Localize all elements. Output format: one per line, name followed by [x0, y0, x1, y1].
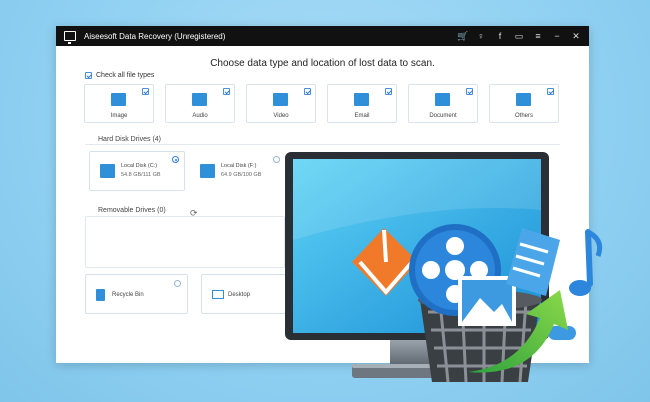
removable-drives-area	[85, 216, 285, 268]
disk-radio[interactable]	[273, 156, 280, 163]
envelope-icon	[354, 93, 369, 106]
file-type-email[interactable]: Email	[327, 84, 397, 123]
image-icon	[111, 93, 126, 106]
disk-name: Local Disk (F:)	[221, 163, 257, 169]
title-bar: Aiseesoft Data Recovery (Unregistered) 🛒…	[56, 26, 589, 46]
disk-local-f[interactable]: Local Disk (F:) 64.9 GB/100 GB	[189, 151, 285, 191]
facebook-icon[interactable]: f	[495, 31, 505, 41]
file-type-audio[interactable]: Audio	[165, 84, 235, 123]
file-type-checkbox[interactable]	[466, 88, 473, 95]
removable-drives-label: Removable Drives (0)	[98, 207, 166, 214]
file-type-label: Video	[273, 113, 289, 119]
file-type-label: Email	[354, 113, 370, 119]
location-radio[interactable]	[174, 280, 181, 287]
file-type-checkbox[interactable]	[385, 88, 392, 95]
minimize-icon[interactable]: −	[552, 31, 562, 41]
file-type-checkbox[interactable]	[142, 88, 149, 95]
close-icon[interactable]: ✕	[571, 31, 581, 42]
check-all-label: Check all file types	[96, 72, 155, 79]
folder-icon	[516, 93, 531, 106]
disk-size: 54.8 GB/111 GB	[121, 172, 161, 178]
key-icon[interactable]: ♀	[476, 31, 486, 41]
titlebar-icons: 🛒 ♀ f ▭ ≡ − ✕	[457, 26, 581, 46]
file-type-checkbox[interactable]	[223, 88, 230, 95]
location-recycle-bin[interactable]: Recycle Bin	[85, 274, 188, 314]
drive-icon	[200, 164, 215, 178]
cart-icon[interactable]: 🛒	[457, 31, 468, 42]
disk-local-c[interactable]: Local Disk (C:) 54.8 GB/111 GB	[89, 151, 185, 191]
divider	[85, 144, 560, 145]
menu-icon[interactable]: ≡	[533, 31, 543, 41]
app-window: Aiseesoft Data Recovery (Unregistered) 🛒…	[56, 26, 589, 363]
file-type-label: Image	[110, 113, 128, 119]
file-type-checkbox[interactable]	[547, 88, 554, 95]
window-title: Aiseesoft Data Recovery (Unregistered)	[84, 31, 226, 41]
video-camera-icon	[273, 93, 288, 106]
location-desktop[interactable]: Desktop	[201, 274, 291, 314]
chat-icon[interactable]: ▭	[514, 31, 524, 42]
file-type-video[interactable]: Video	[246, 84, 316, 123]
check-all-checkbox[interactable]	[85, 72, 92, 79]
desktop-icon	[212, 290, 224, 299]
document-icon	[435, 93, 450, 106]
file-type-others[interactable]: Others	[489, 84, 559, 123]
check-all-file-types[interactable]: Check all file types	[85, 72, 154, 79]
disk-name: Local Disk (C:)	[121, 163, 158, 169]
hard-disk-drives-label: Hard Disk Drives (4)	[98, 136, 162, 143]
recycle-bin-icon	[96, 289, 105, 301]
windows-drive-icon	[100, 164, 115, 178]
file-type-checkbox[interactable]	[304, 88, 311, 95]
location-label: Desktop	[228, 292, 251, 298]
file-type-label: Audio	[192, 113, 208, 119]
page-heading: Choose data type and location of lost da…	[210, 58, 435, 69]
music-note-icon	[192, 93, 207, 106]
app-logo-icon	[64, 31, 76, 44]
location-label: Recycle Bin	[112, 292, 144, 298]
disk-size: 64.9 GB/100 GB	[221, 172, 262, 178]
disk-radio[interactable]	[172, 156, 179, 163]
file-type-label: Document	[429, 113, 457, 119]
file-type-list: Image Audio Video Email Document Others	[84, 84, 559, 123]
file-type-label: Others	[514, 113, 533, 119]
file-type-document[interactable]: Document	[408, 84, 478, 123]
file-type-image[interactable]: Image	[84, 84, 154, 123]
